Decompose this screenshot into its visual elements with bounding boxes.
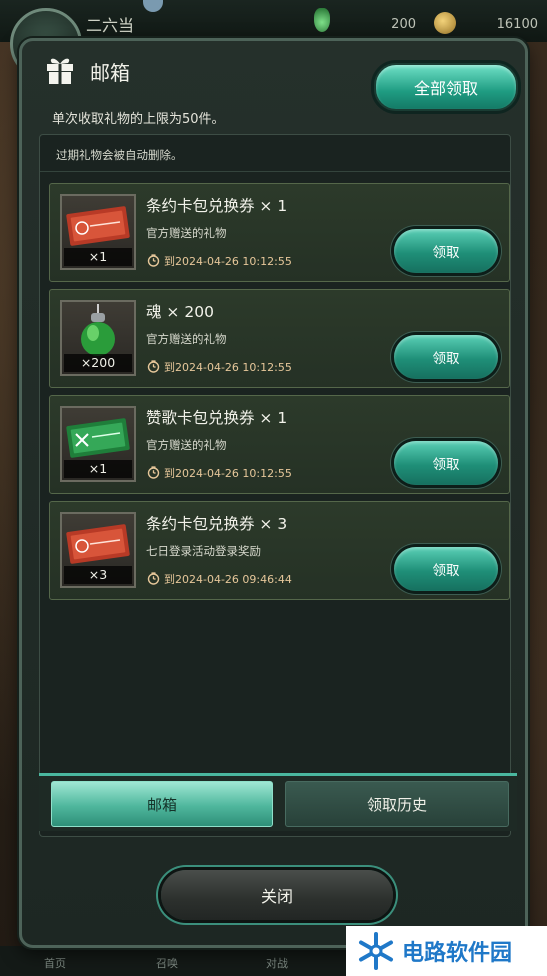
mail-item: ×1 赞歌卡包兑换券 × 1 官方赠送的礼物 到2024-04-26 10:12… [49, 395, 510, 494]
red-ticket-icon [66, 524, 130, 564]
item-expire-time: 到2024-04-26 10:12:55 [164, 255, 292, 268]
tab-claim-history[interactable]: 领取历史 [285, 781, 509, 827]
item-description: 官方赠送的礼物 [146, 332, 227, 346]
item-description: 七日登录活动登录奖励 [146, 544, 261, 558]
item-icon-frame: ×200 [60, 300, 136, 376]
top-resource-bar: 二六当 200 16100 [0, 0, 547, 80]
snowflake-logo-icon [359, 932, 393, 970]
nav-battle[interactable]: 对战 [266, 955, 288, 971]
close-button[interactable]: 关闭 [161, 870, 393, 920]
expire-note: 过期礼物会被自动删除。 [56, 148, 183, 162]
mail-item: ×200 魂 × 200 官方赠送的礼物 到2024-04-26 10:12:5… [49, 289, 510, 388]
souls-count: 200 [391, 17, 416, 32]
item-expire-time: 到2024-04-26 09:46:44 [164, 573, 292, 586]
mail-list-panel: 过期礼物会被自动删除。 ×1 条约卡包兑换券 × 1 官方赠送的礼物 到2024… [39, 134, 511, 837]
claim-button[interactable]: 领取 [394, 229, 498, 273]
mailbox-tab-bar: 邮箱 领取历史 [39, 773, 517, 831]
mail-item: ×1 条约卡包兑换券 × 1 官方赠送的礼物 到2024-04-26 10:12… [49, 183, 510, 282]
gold-count: 16100 [496, 17, 538, 32]
item-icon-frame: ×1 [60, 194, 136, 270]
item-name: 条约卡包兑换券 × 1 [146, 197, 288, 215]
dialog-title: 邮箱 [90, 61, 130, 85]
green-ticket-icon [66, 418, 130, 458]
item-icon-frame: ×1 [60, 406, 136, 482]
pin-icon [143, 0, 163, 12]
item-expire-time: 到2024-04-26 10:12:55 [164, 467, 292, 480]
item-name: 魂 × 200 [146, 303, 214, 321]
soul-potion-icon [314, 8, 330, 32]
item-name: 条约卡包兑换券 × 3 [146, 515, 288, 533]
claim-button[interactable]: 领取 [394, 335, 498, 379]
watermark: 电路软件园 [346, 926, 547, 976]
watermark-text: 电路软件园 [402, 941, 513, 966]
item-description: 官方赠送的礼物 [146, 226, 227, 240]
clock-icon [147, 572, 160, 585]
item-quantity: ×200 [64, 354, 132, 372]
gold-coin-icon [434, 12, 456, 34]
red-ticket-icon [66, 206, 130, 246]
item-description: 官方赠送的礼物 [146, 438, 227, 452]
mailbox-dialog: 邮箱 全部领取 单次收取礼物的上限为50件。 过期礼物会被自动删除。 ×1 条约… [19, 38, 528, 948]
divider [40, 171, 510, 172]
claim-button[interactable]: 领取 [394, 441, 498, 485]
item-icon-frame: ×3 [60, 512, 136, 588]
clock-icon [147, 466, 160, 479]
collect-all-button[interactable]: 全部领取 [374, 63, 518, 111]
tab-mailbox[interactable]: 邮箱 [51, 781, 273, 827]
gift-icon [47, 58, 73, 84]
item-name: 赞歌卡包兑换券 × 1 [146, 409, 288, 427]
nav-home[interactable]: 首页 [44, 955, 66, 971]
clock-icon [147, 360, 160, 373]
player-name: 二六当 [86, 16, 135, 35]
nav-summon[interactable]: 召唤 [156, 955, 178, 971]
item-quantity: ×1 [64, 248, 132, 266]
green-soul-jar-icon [81, 304, 115, 356]
mail-item: ×3 条约卡包兑换券 × 3 七日登录活动登录奖励 到2024-04-26 09… [49, 501, 510, 600]
clock-icon [147, 254, 160, 267]
item-quantity: ×1 [64, 460, 132, 478]
item-quantity: ×3 [64, 566, 132, 584]
collect-limit-note: 单次收取礼物的上限为50件。 [52, 112, 225, 127]
item-expire-time: 到2024-04-26 10:12:55 [164, 361, 292, 374]
claim-button[interactable]: 领取 [394, 547, 498, 591]
